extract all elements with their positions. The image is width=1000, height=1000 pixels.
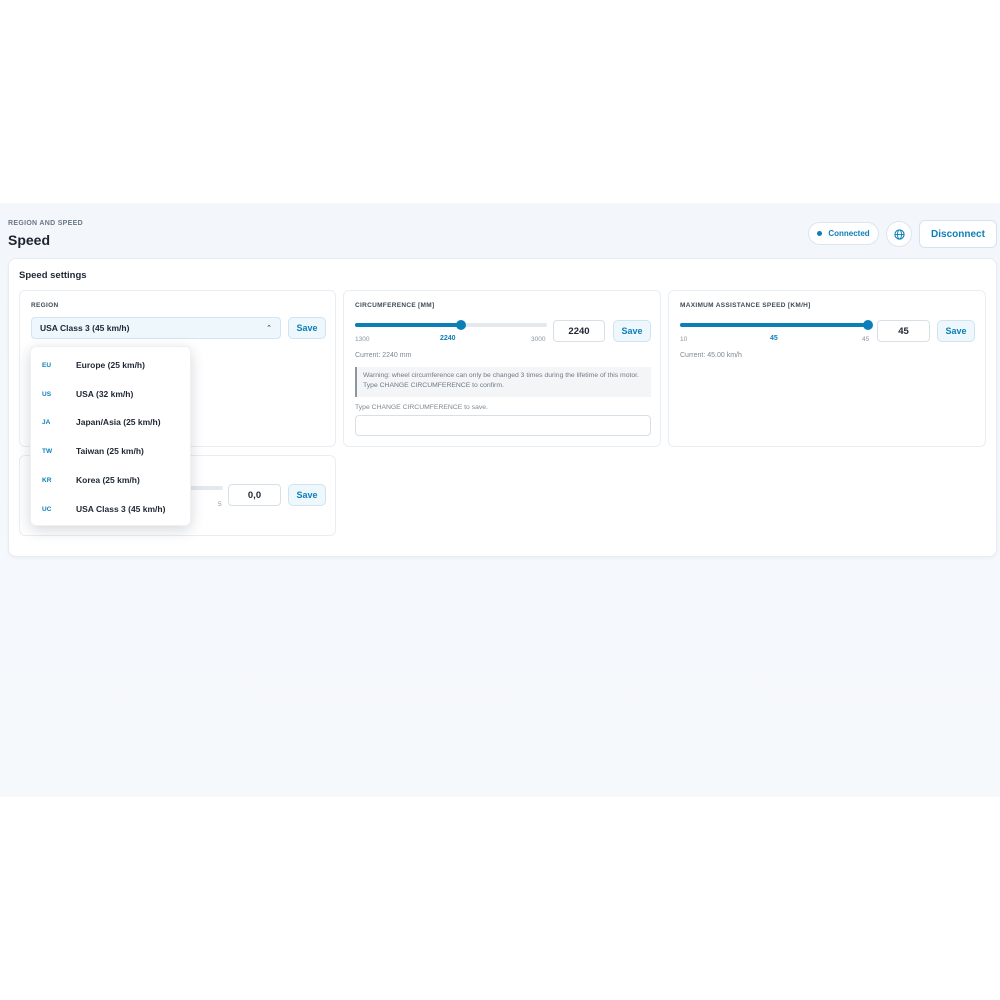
circumference-input[interactable]: 2240 xyxy=(553,320,605,342)
circumference-confirm-input[interactable] xyxy=(355,415,651,436)
region-option-code: EU xyxy=(42,361,52,369)
circumference-warning: Warning: wheel circumference can only be… xyxy=(355,367,651,397)
max-speed-min-tick: 10 xyxy=(680,336,688,343)
panel-title: Speed settings xyxy=(19,270,87,281)
max-speed-card: MAXIMUM ASSISTANCE SPEED [KM/H] 10 45 45… xyxy=(668,290,986,447)
connection-status-label: Connected xyxy=(828,229,870,238)
language-button[interactable] xyxy=(886,221,912,247)
max-speed-label: MAXIMUM ASSISTANCE SPEED [KM/H] xyxy=(680,302,811,309)
max-speed-input[interactable]: 45 xyxy=(877,320,930,342)
max-speed-slider[interactable] xyxy=(680,320,873,330)
circumference-slider-thumb[interactable] xyxy=(456,320,467,330)
circumference-label: CIRCUMFERENCE [MM] xyxy=(355,302,435,309)
region-option-code: UC xyxy=(42,505,52,513)
region-option-eu[interactable]: EU Europe (25 km/h) xyxy=(31,351,192,379)
page-title: Speed xyxy=(8,232,51,248)
region-save-button[interactable]: Save xyxy=(288,317,326,339)
region-option-label: Japan/Asia (25 km/h) xyxy=(76,417,161,427)
region-option-kr[interactable]: KR Korea (25 km/h) xyxy=(31,466,192,494)
region-option-us[interactable]: US USA (32 km/h) xyxy=(31,380,192,408)
circumference-max-tick: 3000 xyxy=(531,336,546,343)
region-option-tw[interactable]: TW Taiwan (25 km/h) xyxy=(31,437,192,465)
connection-status-badge: Connected xyxy=(808,222,879,245)
max-speed-slider-fill xyxy=(680,323,868,327)
region-option-ja[interactable]: JA Japan/Asia (25 km/h) xyxy=(31,408,192,436)
circumference-slider[interactable] xyxy=(355,320,547,330)
region-option-label: Korea (25 km/h) xyxy=(76,475,140,485)
region-option-label: Taiwan (25 km/h) xyxy=(76,446,144,456)
max-speed-value-tick: 45 xyxy=(770,335,778,342)
circumference-current: Current: 2240 mm xyxy=(355,352,412,359)
max-speed-slider-thumb[interactable] xyxy=(863,320,873,330)
max-speed-save-button[interactable]: Save xyxy=(937,320,975,342)
region-option-label: Europe (25 km/h) xyxy=(76,360,145,370)
status-dot-icon xyxy=(817,231,823,236)
region-option-code: KR xyxy=(42,476,52,484)
region-option-uc[interactable]: UC USA Class 3 (45 km/h) xyxy=(31,495,192,523)
region-option-label: USA (32 km/h) xyxy=(76,389,134,399)
circumference-slider-fill xyxy=(355,323,462,327)
region-selected-value: USA Class 3 (45 km/h) xyxy=(40,323,130,333)
region-option-code: TW xyxy=(42,447,53,455)
assist-setting-save-button[interactable]: Save xyxy=(288,484,326,506)
max-speed-current: Current: 45.00 km/h xyxy=(680,352,742,359)
section-eyebrow: REGION AND SPEED xyxy=(8,220,83,227)
circumference-save-button[interactable]: Save xyxy=(613,320,651,342)
chevron-up-icon: ⌃ xyxy=(266,325,272,332)
assist-setting-input[interactable]: 0,0 xyxy=(228,484,281,506)
max-speed-max-tick: 45 xyxy=(862,336,870,343)
globe-icon xyxy=(893,228,905,240)
region-label: REGION xyxy=(31,302,59,309)
circumference-confirm-hint: Type CHANGE CIRCUMFERENCE to save. xyxy=(355,404,488,411)
region-option-label: USA Class 3 (45 km/h) xyxy=(76,504,166,514)
circumference-min-tick: 1300 xyxy=(355,336,370,343)
assist-setting-max-tick: 5 xyxy=(218,501,222,508)
region-dropdown-menu: EU Europe (25 km/h) US USA (32 km/h) JA … xyxy=(30,346,191,526)
region-option-code: US xyxy=(42,390,52,398)
disconnect-button[interactable]: Disconnect xyxy=(919,220,997,248)
region-option-code: JA xyxy=(42,418,51,426)
circumference-card: CIRCUMFERENCE [MM] 1300 2240 3000 2240 S… xyxy=(343,290,661,447)
region-select[interactable]: USA Class 3 (45 km/h) ⌃ xyxy=(31,317,281,339)
circumference-value-tick: 2240 xyxy=(440,335,456,342)
